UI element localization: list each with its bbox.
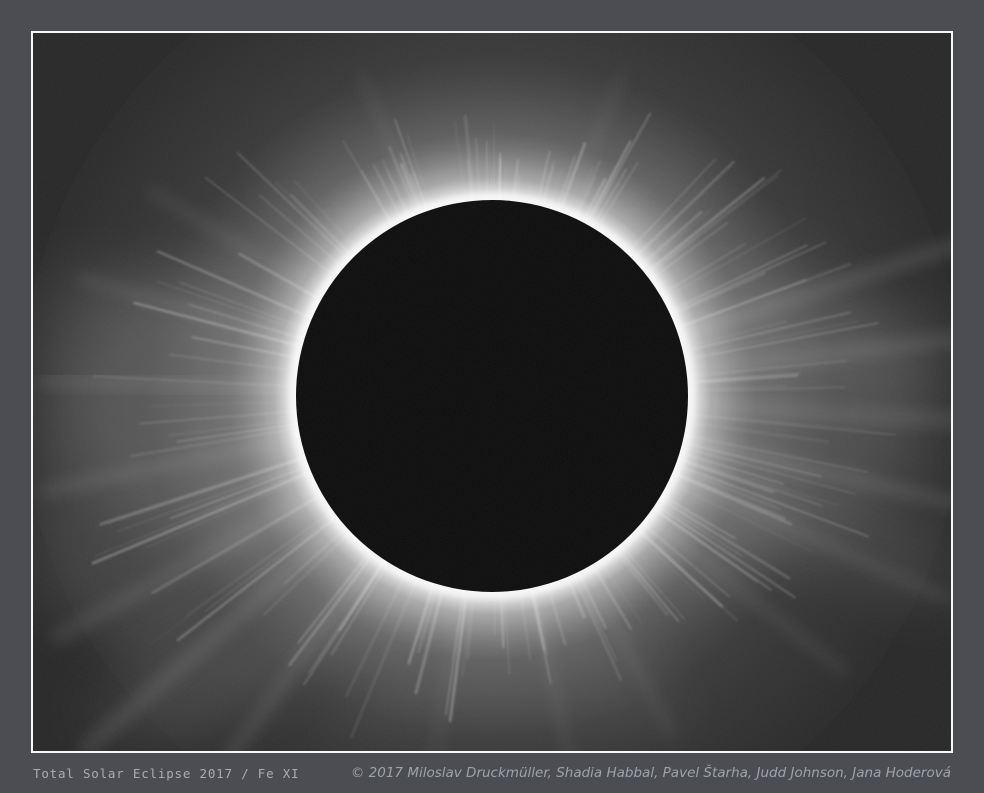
caption-credits: © 2017 Miloslav Druckmüller, Shadia Habb… [351, 765, 951, 781]
eclipse-corona-image [33, 33, 951, 751]
page-background: { "photo": { "alt": "Total solar eclipse… [0, 0, 984, 793]
film-grain-overlay [33, 33, 951, 751]
caption-title: Total Solar Eclipse 2017 / Fe XI [33, 766, 299, 781]
caption-bar: Total Solar Eclipse 2017 / Fe XI © 2017 … [0, 753, 984, 793]
eclipse-photo-frame [31, 31, 953, 753]
